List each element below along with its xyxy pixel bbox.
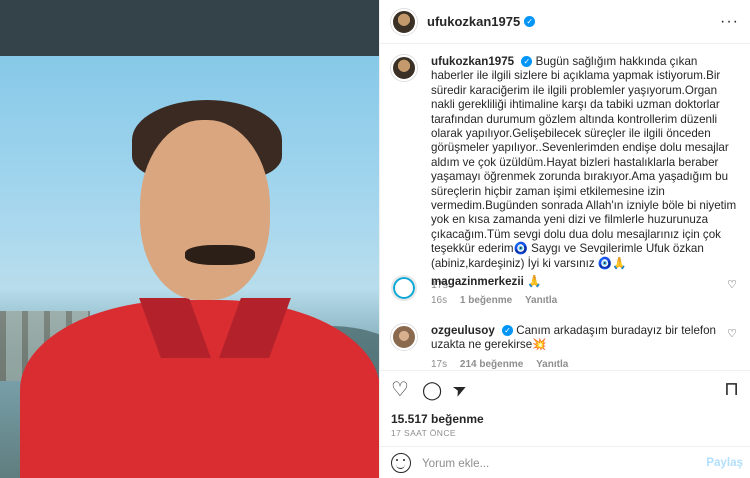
- author-avatar[interactable]: [391, 8, 417, 35]
- post-timestamp[interactable]: 17 SAAT ÖNCE: [391, 428, 456, 438]
- comment-username[interactable]: ozgeulusoy: [431, 324, 495, 337]
- more-options-icon[interactable]: ···: [720, 13, 739, 31]
- comment-input[interactable]: [422, 453, 692, 473]
- caption-body: Bugün sağlığım hakkında çıkan haberler i…: [431, 55, 737, 270]
- comment-composer: Paylaş: [380, 446, 750, 478]
- caption-text: ufukozkan1975 ✓ Bugün sağlığım hakkında …: [431, 55, 741, 271]
- comment-time[interactable]: 17s: [431, 359, 447, 370]
- comment-like-heart-icon[interactable]: ♡: [727, 327, 737, 340]
- save-bookmark-icon[interactable]: ⊓: [724, 379, 739, 401]
- emoji-smiley-icon[interactable]: [391, 453, 411, 473]
- comment-like-heart-icon[interactable]: ♡: [727, 278, 737, 291]
- comment-time[interactable]: 16s: [431, 295, 447, 306]
- author-username[interactable]: ufukozkan1975: [427, 14, 520, 29]
- post-caption: ufukozkan1975 ✓ Bugün sağlığım hakkında …: [391, 55, 741, 291]
- comment-bubble-icon[interactable]: ◯: [422, 379, 442, 401]
- comment-avatar[interactable]: [391, 324, 417, 350]
- comment-reply-button[interactable]: Yanıtla: [525, 295, 557, 306]
- post-header: ufukozkan1975 ✓ ···: [380, 0, 750, 44]
- post-comment-button[interactable]: Paylaş: [706, 456, 743, 469]
- post-media[interactable]: [0, 0, 379, 478]
- comment-text: ozgeulusoy ✓ Canım arkadaşım buradayız b…: [431, 324, 741, 353]
- comment-meta: 16s 1 beğenme Yanıtla: [431, 295, 741, 306]
- comment-verified-badge-icon: ✓: [502, 325, 514, 337]
- action-bar: ♡ ◯ ➤ ⊓: [380, 370, 750, 410]
- comment-likes[interactable]: 214 beğenme: [460, 359, 523, 370]
- comment-likes[interactable]: 1 beğenme: [460, 295, 512, 306]
- likes-count[interactable]: 15.517 beğenme: [391, 412, 484, 426]
- comment-item: ozgeulusoy ✓ Canım arkadaşım buradayız b…: [391, 324, 741, 370]
- comment-username[interactable]: magazinmerkezii: [431, 275, 524, 288]
- post-side-panel: ufukozkan1975 ✓ ··· ufukozkan1975 ✓ Bugü…: [379, 0, 750, 478]
- comment-meta: 17s 214 beğenme Yanıtla: [431, 359, 741, 370]
- comment-item: magazinmerkezii 🙏 16s 1 beğenme Yanıtla …: [391, 275, 741, 306]
- photo-face: [140, 120, 270, 300]
- comment-avatar[interactable]: [391, 275, 417, 301]
- caption-avatar[interactable]: [391, 55, 417, 81]
- comment-reply-button[interactable]: Yanıtla: [536, 359, 568, 370]
- caption-verified-badge-icon: ✓: [521, 56, 533, 68]
- comments-area[interactable]: ufukozkan1975 ✓ Bugün sağlığım hakkında …: [380, 44, 750, 370]
- like-heart-icon[interactable]: ♡: [391, 379, 409, 401]
- photo-mustache: [185, 245, 255, 265]
- comment-text: magazinmerkezii 🙏: [431, 275, 741, 289]
- caption-username[interactable]: ufukozkan1975: [431, 55, 514, 68]
- comment-body: 🙏: [523, 275, 542, 288]
- media-letterbox: [0, 0, 379, 56]
- share-send-icon[interactable]: ➤: [449, 377, 471, 403]
- verified-badge-icon: ✓: [524, 16, 536, 27]
